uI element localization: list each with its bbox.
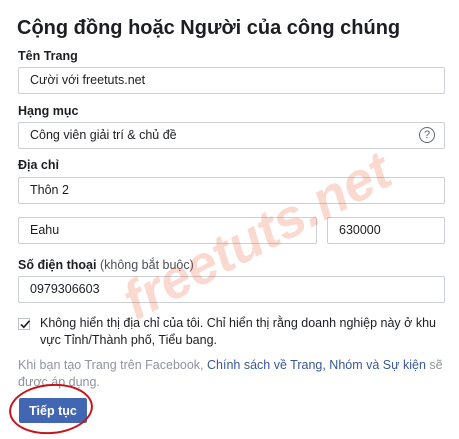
checkmark-icon — [20, 320, 31, 329]
help-icon[interactable]: ? — [419, 127, 435, 143]
category-value: Công viên giải trí & chủ đề — [30, 128, 177, 142]
terms-notice: Khi bạn tạo Trang trên Facebook, Chính s… — [18, 357, 448, 391]
page-title: Cộng đồng hoặc Người của công chúng — [17, 17, 401, 39]
terms-prefix: Khi bạn tạo Trang trên Facebook, — [18, 358, 208, 372]
city-input[interactable]: Eahu — [18, 217, 317, 244]
phone-optional-note: (không bắt buộc) — [99, 258, 194, 272]
phone-input[interactable]: 0979306603 — [18, 276, 445, 303]
address-label: Địa chỉ — [18, 158, 59, 172]
postal-code-input[interactable]: 630000 — [327, 217, 445, 244]
page-name-input[interactable]: Cười với freetuts.net — [18, 67, 445, 94]
street-address-input[interactable]: Thôn 2 — [18, 177, 445, 204]
page-name-label: Tên Trang — [18, 49, 78, 63]
hide-address-checkbox[interactable] — [18, 318, 31, 330]
phone-label-text: Số điện thoại — [18, 258, 97, 272]
category-label: Hạng mục — [18, 104, 79, 118]
phone-label: Số điện thoại (không bắt buộc) — [18, 258, 194, 272]
terms-policy-link[interactable]: Chính sách về Trang, Nhóm và Sự kiện — [207, 358, 426, 372]
category-input[interactable]: Công viên giải trí & chủ đề ? — [18, 122, 445, 149]
hide-address-text: Không hiển thị địa chỉ của tôi. Chỉ hiển… — [40, 316, 436, 347]
